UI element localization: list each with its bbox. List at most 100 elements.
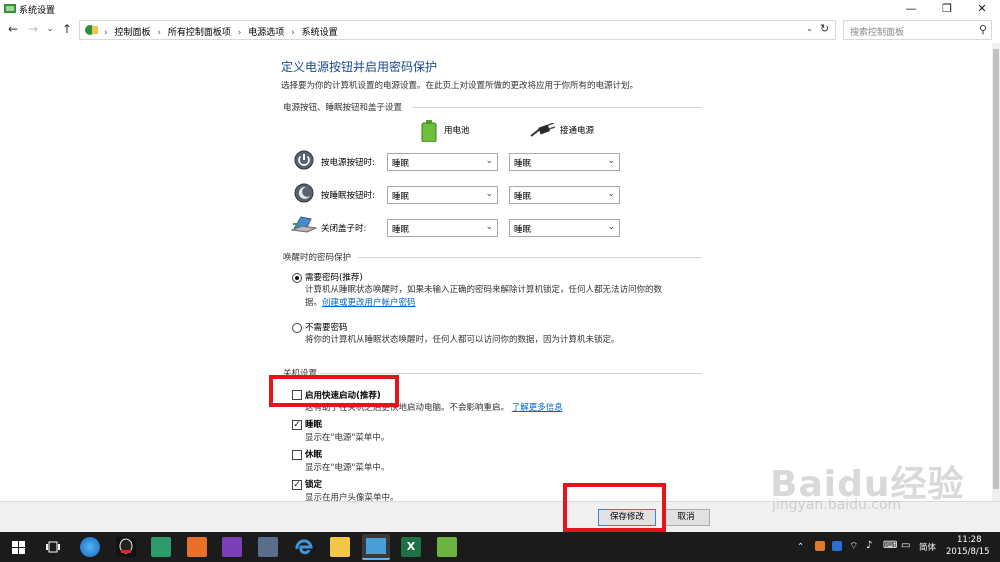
taskbar: X ⌃ ⌔ ♪ ⌨ ▭ 简体 11:28 2015/8/15	[0, 532, 1000, 562]
cancel-button[interactable]: 取消	[662, 509, 710, 526]
power-button-label: 按电源按钮时:	[321, 158, 375, 168]
control-panel-taskbar-button[interactable]	[362, 534, 390, 560]
chevron-down-icon: ⌄	[607, 189, 615, 199]
notification-icon[interactable]: ▭	[901, 540, 910, 551]
tray-app-icon[interactable]	[832, 541, 842, 551]
notes-app-icon[interactable]	[222, 537, 242, 557]
sleep-icon	[294, 183, 314, 206]
title-bar: 系统设置 — ❐ ✕	[0, 0, 1000, 18]
clock-time[interactable]: 11:28	[957, 535, 982, 545]
clock-date[interactable]: 2015/8/15	[946, 547, 990, 557]
tools-app-icon[interactable]	[258, 537, 278, 557]
divider	[358, 257, 702, 258]
edge-browser-icon[interactable]	[294, 537, 314, 557]
plugged-column-header: 接通电源	[560, 126, 595, 136]
divider	[320, 373, 702, 374]
recent-locations-icon[interactable]: ⌄	[43, 22, 57, 36]
hibernate-checkbox[interactable]	[292, 450, 302, 460]
lid-close-battery-select[interactable]: 睡眠 ⌄	[387, 219, 498, 237]
chevron-down-icon: ⌄	[607, 222, 615, 232]
learn-more-link[interactable]: 了解更多信息	[512, 403, 563, 413]
forward-arrow-icon[interactable]: →	[26, 22, 40, 36]
power-icon	[294, 150, 314, 173]
show-hidden-icons-icon[interactable]: ⌃	[797, 542, 804, 552]
page-title: 定义电源按钮并启用密码保护	[281, 60, 438, 74]
divider	[412, 107, 702, 108]
up-arrow-icon[interactable]: ↑	[60, 22, 74, 36]
keyboard-icon[interactable]: ⌨	[883, 540, 897, 551]
lid-close-label: 关闭盖子时:	[321, 224, 367, 234]
laptop-lid-icon	[290, 215, 318, 238]
file-explorer-icon[interactable]	[330, 537, 350, 557]
breadcrumb-item[interactable]: 电源选项	[248, 28, 284, 38]
change-password-link[interactable]: 创建或更改用户帐户密码	[322, 298, 416, 308]
sleep-button-plugged-select[interactable]: 睡眠 ⌄	[509, 186, 620, 204]
chevron-down-icon: ⌄	[485, 156, 493, 166]
close-button[interactable]: ✕	[965, 0, 999, 18]
sleep-button-battery-select[interactable]: 睡眠 ⌄	[387, 186, 498, 204]
highlight-box	[563, 483, 666, 532]
no-password-radio[interactable]	[292, 323, 302, 333]
highlight-box	[269, 375, 399, 407]
address-bar[interactable]: › 控制面板 › 所有控制面板项 › 电源选项 › 系统设置 ⌄	[79, 20, 836, 40]
search-box[interactable]: 搜索控制面板 ⚲	[843, 20, 992, 40]
minimize-button[interactable]: —	[894, 0, 928, 18]
volume-icon[interactable]: ♪	[866, 540, 872, 551]
back-arrow-icon[interactable]: ←	[6, 22, 20, 36]
text-editor-app-icon[interactable]	[151, 537, 171, 557]
navigation-bar: ← → ⌄ ↑ › 控制面板 › 所有控制面板项 › 电源选项 › 系统设置 ⌄…	[0, 18, 1000, 43]
lock-option-description: 显示在用户头像菜单中。	[305, 493, 399, 501]
refresh-icon[interactable]: ↻	[820, 22, 829, 35]
hibernate-option-description: 显示在"电源"菜单中。	[305, 463, 390, 473]
vertical-scrollbar[interactable]	[992, 43, 1000, 501]
scrollbar-thumb[interactable]	[993, 49, 999, 489]
chevron-down-icon: ⌄	[485, 189, 493, 199]
windows-start-icon[interactable]	[12, 541, 25, 557]
window-title: 系统设置	[19, 6, 56, 16]
battery-column-header: 用电池	[444, 126, 470, 136]
password-section-label: 唤醒时的密码保护	[283, 253, 352, 263]
hibernate-option-title[interactable]: 休眠	[305, 448, 322, 460]
power-button-plugged-select[interactable]: 睡眠 ⌄	[509, 153, 620, 171]
plug-icon	[530, 122, 556, 140]
lock-option-title[interactable]: 锁定	[305, 478, 322, 490]
control-panel-folder-icon	[84, 24, 98, 39]
address-dropdown-icon[interactable]: ⌄	[806, 24, 813, 33]
search-icon[interactable]: ⚲	[979, 23, 987, 36]
content-area: 定义电源按钮并启用密码保护 选择要为你的计算机设置的电源设置。在此页上对设置所做…	[0, 43, 992, 501]
restore-button[interactable]: ❐	[930, 0, 964, 18]
no-password-title[interactable]: 不需要密码	[305, 321, 348, 333]
control-panel-icon	[4, 3, 16, 14]
require-password-title[interactable]: 需要密码(推荐)	[305, 271, 363, 283]
ime-indicator[interactable]: 简体	[919, 541, 936, 553]
power-button-battery-select[interactable]: 睡眠 ⌄	[387, 153, 498, 171]
require-password-radio[interactable]	[292, 273, 302, 283]
battery-icon	[421, 120, 437, 145]
lock-checkbox[interactable]: ✓	[292, 480, 302, 490]
lid-close-plugged-select[interactable]: 睡眠 ⌄	[509, 219, 620, 237]
tray-app-icon[interactable]	[815, 541, 825, 551]
require-password-description: 计算机从睡眠状态唤醒时，如果未输入正确的密码来解除计算机锁定，任何人都无法访问你…	[305, 285, 663, 308]
green-app-icon[interactable]	[437, 537, 457, 557]
sleep-button-label: 按睡眠按钮时:	[321, 191, 375, 201]
no-password-description: 将你的计算机从睡眠状态唤醒时，任何人都可以访问你的数据，因为计算机未锁定。	[305, 335, 620, 345]
breadcrumb-item[interactable]: 系统设置	[302, 28, 338, 38]
media-player-app-icon[interactable]	[187, 537, 207, 557]
chevron-down-icon: ⌄	[485, 222, 493, 232]
wifi-icon[interactable]: ⌔	[849, 540, 858, 553]
page-description: 选择要为你的计算机设置的电源设置。在此页上对设置所做的更改将应用于你所有的电源计…	[281, 81, 639, 91]
watermark-url: jingyan.baidu.com	[772, 497, 902, 513]
power-section-label: 电源按钮、睡眠按钮和盖子设置	[283, 103, 403, 113]
browser-app-icon[interactable]	[80, 537, 100, 557]
search-input[interactable]: 搜索控制面板	[850, 25, 904, 38]
sleep-option-title[interactable]: 睡眠	[305, 418, 322, 430]
qq-app-icon[interactable]	[116, 537, 136, 557]
sleep-option-description: 显示在"电源"菜单中。	[305, 433, 390, 443]
breadcrumb-item[interactable]: 所有控制面板项	[168, 28, 231, 38]
breadcrumb: › 控制面板 › 所有控制面板项 › 电源选项 › 系统设置	[104, 28, 338, 38]
sleep-checkbox[interactable]: ✓	[292, 420, 302, 430]
chevron-down-icon: ⌄	[607, 156, 615, 166]
breadcrumb-item[interactable]: 控制面板	[114, 28, 150, 38]
task-view-icon[interactable]	[46, 541, 60, 556]
excel-app-icon[interactable]: X	[401, 537, 421, 557]
